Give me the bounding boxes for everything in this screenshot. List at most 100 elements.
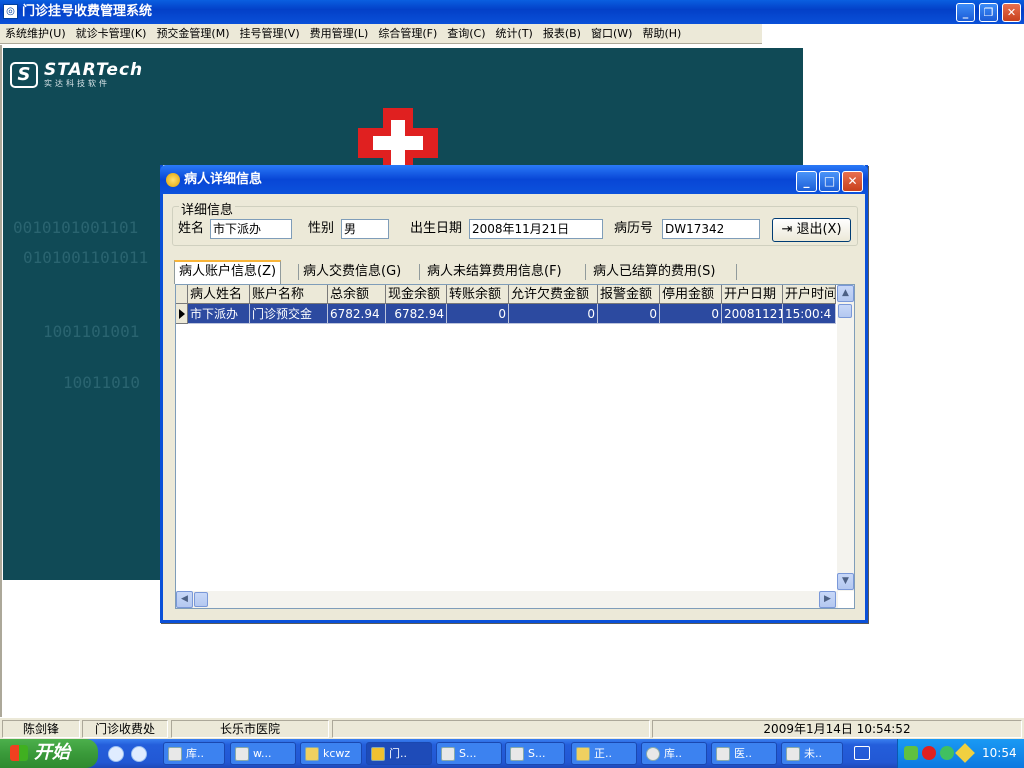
menu-card[interactable]: 就诊卡管理(K) <box>71 24 152 44</box>
scroll-up-icon[interactable]: ▲ <box>837 285 854 302</box>
document-icon <box>235 747 249 761</box>
cell-cash-balance[interactable]: 6782.94 <box>386 304 447 324</box>
folder-icon <box>576 747 590 761</box>
startech-logo: S STARTech 实达科技软件 <box>10 60 142 94</box>
taskbar: 开始 库.. w... kcwz 门.. S... S... 正.. 库.. 医… <box>0 739 1024 768</box>
app-icon <box>371 747 385 761</box>
menu-stats[interactable]: 统计(T) <box>491 24 538 44</box>
col-total-balance[interactable]: 总余额 <box>328 285 386 304</box>
scroll-right-icon[interactable]: ▶ <box>819 591 836 608</box>
task-item[interactable]: w... <box>230 742 296 765</box>
exit-icon: ⇥ <box>781 222 793 237</box>
task-item[interactable]: 正.. <box>571 742 637 765</box>
ie-icon[interactable] <box>108 746 124 762</box>
logo-subtitle: 实达科技软件 <box>44 79 110 88</box>
binary-decor: 0010101001101 <box>13 218 139 237</box>
cell-overdraft[interactable]: 0 <box>509 304 598 324</box>
red-cross-logo <box>358 108 438 168</box>
account-grid[interactable]: 病人姓名 账户名称 总余额 现金余额 转账余额 允许欠费金额 报警金额 停用金额… <box>175 284 855 609</box>
dialog-close-button[interactable]: ✕ <box>842 171 863 192</box>
exit-button[interactable]: ⇥ 退出(X) <box>772 218 851 242</box>
col-open-date[interactable]: 开户日期 <box>722 285 783 304</box>
task-item[interactable]: 未.. <box>781 742 843 765</box>
cell-alert-amount[interactable]: 0 <box>598 304 660 324</box>
col-patient-name[interactable]: 病人姓名 <box>188 285 250 304</box>
status-dept: 门诊收费处 <box>82 720 168 738</box>
close-button[interactable]: ✕ <box>1002 3 1021 22</box>
dialog-title-bar[interactable]: 病人详细信息 _ □ ✕ <box>160 165 868 194</box>
restore-button[interactable]: ❐ <box>979 3 998 22</box>
vertical-scrollbar[interactable]: ▲ ▼ <box>837 285 854 591</box>
task-item[interactable]: kcwz <box>300 742 362 765</box>
menu-report[interactable]: 报表(B) <box>538 24 586 44</box>
menu-fee[interactable]: 费用管理(L) <box>305 24 374 44</box>
security-icon[interactable] <box>955 743 975 763</box>
tab-settled-fees[interactable]: 病人已结算的费用(S) <box>589 262 719 282</box>
scroll-thumb[interactable] <box>838 304 852 318</box>
menu-prepay[interactable]: 预交金管理(M) <box>151 24 234 44</box>
task-item[interactable]: S... <box>436 742 502 765</box>
col-alert-amount[interactable]: 报警金额 <box>598 285 660 304</box>
status-user: 陈剑锋 <box>2 720 80 738</box>
birth-field[interactable]: 2008年11月21日 <box>469 219 603 239</box>
window-icon <box>441 747 455 761</box>
cell-account-name[interactable]: 门诊预交金 <box>250 304 328 324</box>
tab-unsettled-fees[interactable]: 病人未结算费用信息(F) <box>423 262 566 282</box>
scroll-down-icon[interactable]: ▼ <box>837 573 854 590</box>
app-icon <box>786 747 800 761</box>
network-icon[interactable] <box>940 746 954 760</box>
col-transfer-balance[interactable]: 转账余额 <box>447 285 509 304</box>
task-item[interactable]: 门.. <box>366 742 432 765</box>
logo-mark-icon: S <box>10 62 38 88</box>
app-title: 门诊挂号收费管理系统 <box>22 4 153 19</box>
cell-open-time[interactable]: 15:00:4 <box>783 304 836 324</box>
keyboard-icon[interactable] <box>854 746 870 760</box>
clock[interactable]: 10:54 <box>982 739 1017 768</box>
name-field[interactable]: 市下派办 <box>210 219 292 239</box>
scroll-left-icon[interactable]: ◀ <box>176 591 193 608</box>
task-item[interactable]: 库.. <box>163 742 225 765</box>
col-disabled-amount[interactable]: 停用金额 <box>660 285 722 304</box>
windows-flag-icon <box>10 745 28 761</box>
stop-icon[interactable] <box>922 746 936 760</box>
start-button[interactable]: 开始 <box>0 739 98 768</box>
menu-register[interactable]: 挂号管理(V) <box>235 24 305 44</box>
table-row[interactable]: 市下派办 门诊预交金 6782.94 6782.94 0 0 0 0 20081… <box>176 304 836 324</box>
minimize-button[interactable]: _ <box>956 3 975 22</box>
task-item[interactable]: 库.. <box>641 742 707 765</box>
col-cash-balance[interactable]: 现金余额 <box>386 285 447 304</box>
menu-window[interactable]: 窗口(W) <box>586 24 637 44</box>
gear-icon <box>510 747 524 761</box>
dialog-maximize-button[interactable]: □ <box>819 171 840 192</box>
hscroll-thumb[interactable] <box>194 592 208 607</box>
cell-open-date[interactable]: 20081121 <box>722 304 783 324</box>
dialog-minimize-button[interactable]: _ <box>796 171 817 192</box>
sex-field[interactable]: 男 <box>341 219 389 239</box>
browser-icon[interactable] <box>131 746 147 762</box>
cell-patient-name[interactable]: 市下派办 <box>188 304 250 324</box>
tab-payment-info[interactable]: 病人交费信息(G) <box>299 262 405 282</box>
cell-disabled-amount[interactable]: 0 <box>660 304 722 324</box>
grid-header: 病人姓名 账户名称 总余额 现金余额 转账余额 允许欠费金额 报警金额 停用金额… <box>176 285 836 304</box>
task-item[interactable]: 医.. <box>711 742 777 765</box>
col-overdraft[interactable]: 允许欠费金额 <box>509 285 598 304</box>
tray-icon[interactable] <box>904 746 918 760</box>
menu-help[interactable]: 帮助(H) <box>637 24 686 44</box>
group-legend: 详细信息 <box>179 199 236 218</box>
horizontal-scrollbar[interactable]: ◀ ▶ <box>176 591 838 608</box>
binary-decor: 0101001101011 <box>23 248 149 267</box>
row-indicator-icon <box>176 304 188 324</box>
menu-system[interactable]: 系统维护(U) <box>0 24 71 44</box>
menu-general[interactable]: 综合管理(F) <box>373 24 442 44</box>
col-open-time[interactable]: 开户时间 <box>783 285 836 304</box>
name-label: 姓名 <box>178 221 205 236</box>
cell-transfer-balance[interactable]: 0 <box>447 304 509 324</box>
menu-query[interactable]: 查询(C) <box>442 24 490 44</box>
task-item[interactable]: S... <box>505 742 565 765</box>
plus-icon <box>646 747 660 761</box>
app-title-bar[interactable]: ◎ 门诊挂号收费管理系统 _ ❐ ✕ <box>0 0 1024 24</box>
record-field[interactable]: DW17342 <box>662 219 760 239</box>
tab-account-info[interactable]: 病人账户信息(Z) <box>174 260 282 284</box>
cell-total-balance[interactable]: 6782.94 <box>328 304 386 324</box>
col-account-name[interactable]: 账户名称 <box>250 285 328 304</box>
